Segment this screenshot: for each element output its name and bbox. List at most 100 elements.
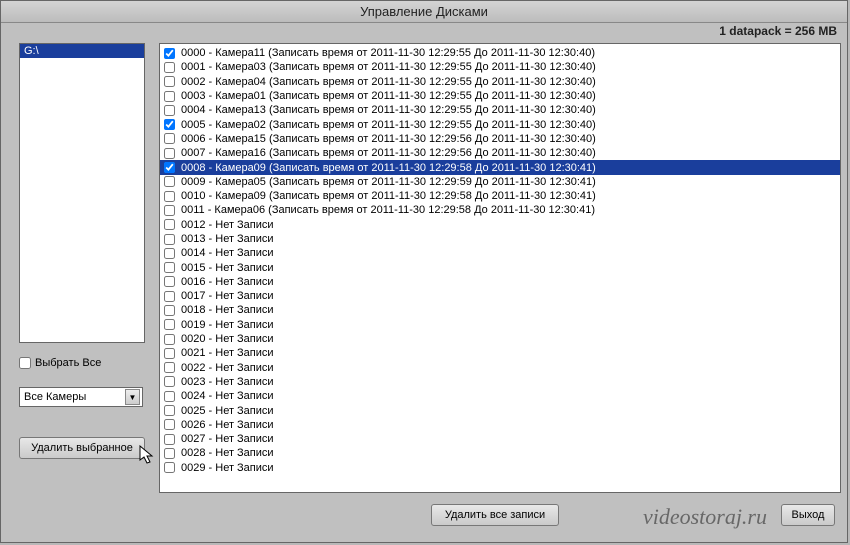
select-all-label: Выбрать Все (35, 357, 101, 369)
record-checkbox[interactable] (164, 305, 175, 316)
record-checkbox[interactable] (164, 391, 175, 402)
record-text: 0011 - Камера06 (Записать время от 2011-… (181, 204, 595, 216)
list-item[interactable]: 0015 - Нет Записи (160, 260, 840, 274)
list-item[interactable]: 0026 - Нет Записи (160, 418, 840, 432)
list-item[interactable]: 0003 - Камера01 (Записать время от 2011-… (160, 89, 840, 103)
record-text: 0004 - Камера13 (Записать время от 2011-… (181, 104, 596, 116)
record-checkbox[interactable] (164, 48, 175, 59)
record-text: 0006 - Камера15 (Записать время от 2011-… (181, 133, 596, 145)
record-text: 0024 - Нет Записи (181, 390, 274, 402)
left-panel: G:\ Выбрать Все Все Камеры ▼ Удалить выб… (19, 43, 145, 503)
window-title: Управление Дисками (1, 1, 847, 23)
drive-item[interactable]: G:\ (20, 44, 144, 58)
record-checkbox[interactable] (164, 148, 175, 159)
delete-all-button[interactable]: Удалить все записи (431, 504, 559, 526)
record-checkbox[interactable] (164, 248, 175, 259)
record-text: 0009 - Камера05 (Записать время от 2011-… (181, 176, 596, 188)
list-item[interactable]: 0012 - Нет Записи (160, 218, 840, 232)
record-checkbox[interactable] (164, 448, 175, 459)
record-checkbox[interactable] (164, 191, 175, 202)
record-checkbox[interactable] (164, 219, 175, 230)
record-text: 0020 - Нет Записи (181, 333, 274, 345)
record-text: 0029 - Нет Записи (181, 462, 274, 474)
record-text: 0022 - Нет Записи (181, 362, 274, 374)
record-text: 0000 - Камера11 (Записать время от 2011-… (181, 47, 595, 59)
record-checkbox[interactable] (164, 234, 175, 245)
list-item[interactable]: 0018 - Нет Записи (160, 303, 840, 317)
list-item[interactable]: 0001 - Камера03 (Записать время от 2011-… (160, 60, 840, 74)
list-item[interactable]: 0002 - Камера04 (Записать время от 2011-… (160, 75, 840, 89)
list-item[interactable]: 0017 - Нет Записи (160, 289, 840, 303)
list-item[interactable]: 0008 - Камера09 (Записать время от 2011-… (160, 160, 840, 174)
list-item[interactable]: 0009 - Камера05 (Записать время от 2011-… (160, 175, 840, 189)
select-all-checkbox[interactable] (19, 357, 31, 369)
record-checkbox[interactable] (164, 176, 175, 187)
camera-filter-dropdown[interactable]: Все Камеры ▼ (19, 387, 143, 407)
list-item[interactable]: 0019 - Нет Записи (160, 318, 840, 332)
record-checkbox[interactable] (164, 362, 175, 373)
list-item[interactable]: 0027 - Нет Записи (160, 432, 840, 446)
list-item[interactable]: 0020 - Нет Записи (160, 332, 840, 346)
record-text: 0028 - Нет Записи (181, 447, 274, 459)
record-text: 0027 - Нет Записи (181, 433, 274, 445)
record-text: 0001 - Камера03 (Записать время от 2011-… (181, 61, 596, 73)
record-checkbox[interactable] (164, 205, 175, 216)
record-checkbox[interactable] (164, 162, 175, 173)
list-item[interactable]: 0005 - Камера02 (Записать время от 2011-… (160, 117, 840, 131)
record-text: 0008 - Камера09 (Записать время от 2011-… (181, 162, 596, 174)
list-item[interactable]: 0022 - Нет Записи (160, 361, 840, 375)
record-text: 0023 - Нет Записи (181, 376, 274, 388)
record-checkbox[interactable] (164, 76, 175, 87)
record-text: 0026 - Нет Записи (181, 419, 274, 431)
record-text: 0015 - Нет Записи (181, 262, 274, 274)
list-item[interactable]: 0021 - Нет Записи (160, 346, 840, 360)
list-item[interactable]: 0024 - Нет Записи (160, 389, 840, 403)
list-item[interactable]: 0010 - Камера09 (Записать время от 2011-… (160, 189, 840, 203)
list-item[interactable]: 0023 - Нет Записи (160, 375, 840, 389)
record-checkbox[interactable] (164, 419, 175, 430)
record-checkbox[interactable] (164, 91, 175, 102)
record-text: 0003 - Камера01 (Записать время от 2011-… (181, 90, 596, 102)
record-checkbox[interactable] (164, 405, 175, 416)
exit-button[interactable]: Выход (781, 504, 835, 526)
list-item[interactable]: 0025 - Нет Записи (160, 403, 840, 417)
bottom-bar: Удалить все записи Выход (1, 504, 847, 532)
list-item[interactable]: 0011 - Камера06 (Записать время от 2011-… (160, 203, 840, 217)
list-item[interactable]: 0028 - Нет Записи (160, 446, 840, 460)
record-checkbox[interactable] (164, 62, 175, 73)
list-item[interactable]: 0014 - Нет Записи (160, 246, 840, 260)
record-text: 0014 - Нет Записи (181, 247, 274, 259)
record-text: 0007 - Камера16 (Записать время от 2011-… (181, 147, 596, 159)
list-item[interactable]: 0007 - Камера16 (Записать время от 2011-… (160, 146, 840, 160)
record-checkbox[interactable] (164, 319, 175, 330)
drive-list[interactable]: G:\ (19, 43, 145, 343)
record-checkbox[interactable] (164, 105, 175, 116)
record-text: 0010 - Камера09 (Записать время от 2011-… (181, 190, 596, 202)
record-checkbox[interactable] (164, 291, 175, 302)
record-checkbox[interactable] (164, 119, 175, 130)
record-checkbox[interactable] (164, 462, 175, 473)
list-item[interactable]: 0004 - Камера13 (Записать время от 2011-… (160, 103, 840, 117)
record-checkbox[interactable] (164, 133, 175, 144)
delete-selected-button[interactable]: Удалить выбранное (19, 437, 145, 459)
record-text: 0002 - Камера04 (Записать время от 2011-… (181, 76, 596, 88)
record-checkbox[interactable] (164, 434, 175, 445)
list-item[interactable]: 0000 - Камера11 (Записать время от 2011-… (160, 46, 840, 60)
record-list[interactable]: 0000 - Камера11 (Записать время от 2011-… (159, 43, 841, 493)
record-text: 0017 - Нет Записи (181, 290, 274, 302)
record-checkbox[interactable] (164, 276, 175, 287)
list-item[interactable]: 0029 - Нет Записи (160, 461, 840, 475)
record-checkbox[interactable] (164, 334, 175, 345)
list-item[interactable]: 0013 - Нет Записи (160, 232, 840, 246)
chevron-down-icon: ▼ (125, 389, 140, 405)
record-checkbox[interactable] (164, 348, 175, 359)
list-item[interactable]: 0006 - Камера15 (Записать время от 2011-… (160, 132, 840, 146)
record-checkbox[interactable] (164, 262, 175, 273)
record-text: 0021 - Нет Записи (181, 347, 274, 359)
datapack-info: 1 datapack = 256 MB (719, 24, 837, 38)
record-text: 0018 - Нет Записи (181, 304, 274, 316)
list-item[interactable]: 0016 - Нет Записи (160, 275, 840, 289)
record-text: 0025 - Нет Записи (181, 405, 274, 417)
record-checkbox[interactable] (164, 376, 175, 387)
record-text: 0013 - Нет Записи (181, 233, 274, 245)
